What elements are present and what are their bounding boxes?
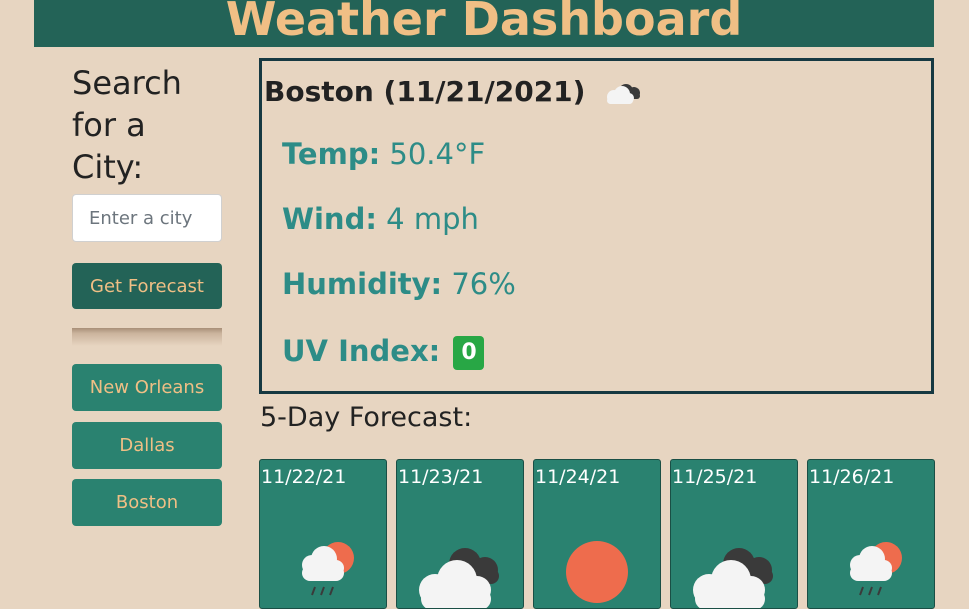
header-bar: Weather Dashboard bbox=[34, 0, 934, 47]
current-weather-panel: Boston (11/21/2021) Temp: 50.4°F Wind: 4… bbox=[259, 58, 934, 394]
history-button-boston[interactable]: Boston bbox=[72, 479, 222, 526]
wind-value: 4 mph bbox=[386, 202, 479, 236]
temp-value: 50.4°F bbox=[389, 137, 486, 171]
sidebar-divider bbox=[72, 328, 222, 346]
page-title: Weather Dashboard bbox=[225, 0, 743, 46]
uv-label: UV Index: bbox=[282, 334, 441, 368]
city-search-input[interactable] bbox=[72, 194, 222, 242]
forecast-date: 11/25/21 bbox=[672, 466, 758, 488]
cloudy-icon bbox=[607, 84, 641, 104]
humidity-label: Humidity: bbox=[282, 267, 443, 301]
forecast-card: 11/22/21 bbox=[259, 459, 387, 609]
cloudy-icon bbox=[419, 548, 499, 608]
history-button-new-orleans[interactable]: New Orleans bbox=[72, 364, 222, 411]
forecast-card: 11/25/21 bbox=[670, 459, 798, 609]
temp-label: Temp: bbox=[282, 137, 381, 171]
current-weather-title: Boston (11/21/2021) bbox=[264, 73, 647, 110]
uv-stat: UV Index: 0 bbox=[282, 333, 485, 370]
rain-sun-icon bbox=[302, 542, 354, 596]
forecast-date: 11/26/21 bbox=[809, 466, 895, 488]
forecast-date: 11/22/21 bbox=[261, 466, 347, 488]
forecast-date: 11/24/21 bbox=[535, 466, 621, 488]
forecast-card: 11/23/21 bbox=[396, 459, 524, 609]
get-forecast-button[interactable]: Get Forecast bbox=[72, 263, 222, 309]
current-city-date: Boston (11/21/2021) bbox=[264, 75, 586, 108]
forecast-heading: 5-Day Forecast: bbox=[260, 402, 473, 433]
rain-sun-icon bbox=[850, 542, 902, 596]
temp-stat: Temp: 50.4°F bbox=[282, 136, 485, 172]
humidity-stat: Humidity: 76% bbox=[282, 266, 516, 302]
wind-stat: Wind: 4 mph bbox=[282, 201, 479, 237]
cloudy-icon bbox=[693, 548, 773, 608]
wind-label: Wind: bbox=[282, 202, 377, 236]
forecast-date: 11/23/21 bbox=[398, 466, 484, 488]
sun-icon bbox=[566, 541, 628, 603]
history-button-dallas[interactable]: Dallas bbox=[72, 422, 222, 469]
uv-index-badge: 0 bbox=[453, 336, 485, 370]
humidity-value: 76% bbox=[451, 267, 516, 301]
forecast-card: 11/24/21 bbox=[533, 459, 661, 609]
search-heading: Search for a City: bbox=[72, 64, 182, 186]
forecast-card: 11/26/21 bbox=[807, 459, 935, 609]
